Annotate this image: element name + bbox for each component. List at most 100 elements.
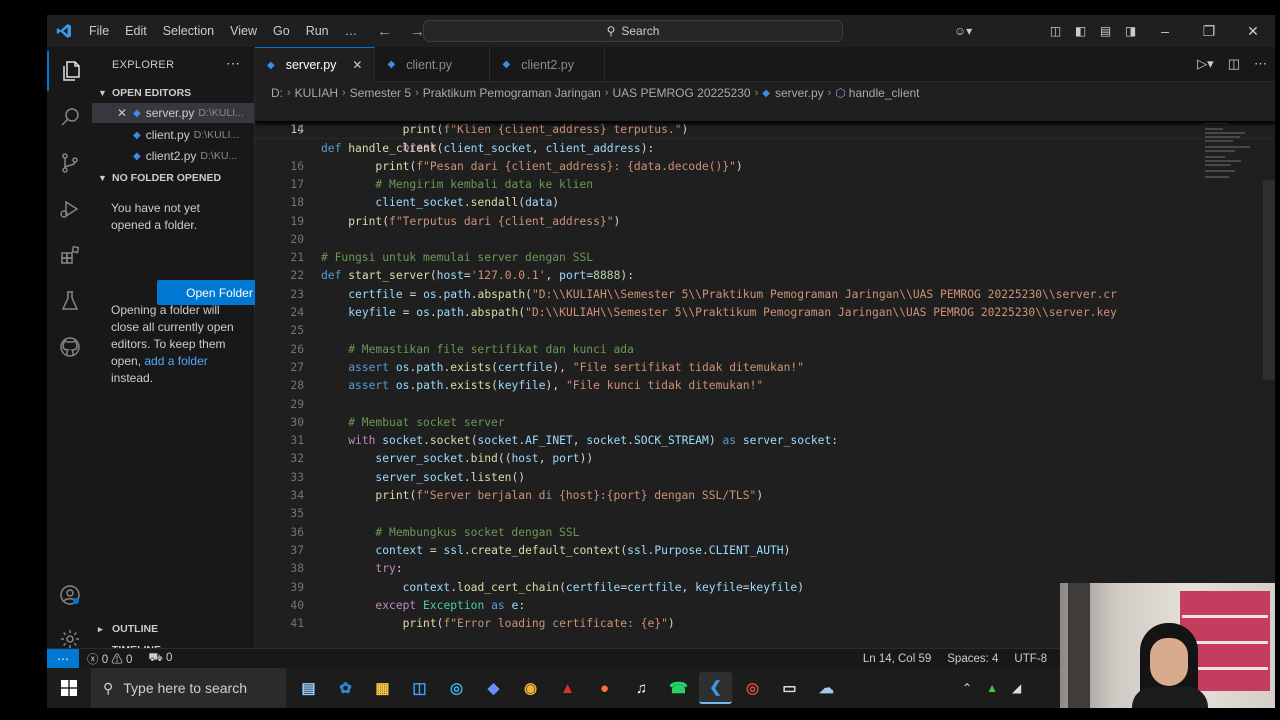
chevron-up-icon[interactable]: ⌃ — [962, 681, 972, 695]
firefox-icon[interactable]: ● — [588, 672, 621, 704]
code-editor[interactable]: 7 def handle_client(client_socket, clien… — [255, 104, 1275, 654]
code-line[interactable]: 18 client_socket.sendall(data) — [255, 194, 1275, 212]
code-line[interactable]: 22 def start_server(host='127.0.0.1', por… — [255, 267, 1275, 285]
vertical-scrollbar[interactable] — [1263, 180, 1275, 380]
testing-flask-icon[interactable] — [47, 281, 92, 321]
code-line[interactable]: 34 print(f"Server berjalan di {host}:{po… — [255, 487, 1275, 505]
code-line[interactable]: 32 server_socket.bind((host, port)) — [255, 450, 1275, 468]
store-icon[interactable]: ◫ — [403, 672, 436, 704]
code-line[interactable]: 37 context = ssl.create_default_context(… — [255, 542, 1275, 560]
code-line[interactable]: 38 try: — [255, 560, 1275, 578]
encoding[interactable]: UTF-8 — [1006, 653, 1055, 665]
code-line[interactable]: 27 assert os.path.exists(certfile), "Fil… — [255, 359, 1275, 377]
ports-indicator[interactable]: ⛟ 0 — [140, 651, 180, 666]
code-line[interactable]: 17 # Mengirim kembali data ke klien — [255, 176, 1275, 194]
breadcrumb-item[interactable]: Semester 5 — [350, 86, 411, 100]
open-editor-item[interactable]: ✕ ◆ server.py D:\KULI... — [92, 103, 254, 123]
source-control-icon[interactable] — [47, 143, 92, 183]
task-view-icon[interactable]: ▤ — [292, 672, 325, 704]
code-line[interactable]: 19 print(f"Terputus dari {client_address… — [255, 213, 1275, 231]
menu-item[interactable]: Go — [265, 15, 298, 47]
drive-icon[interactable]: ▲ — [986, 681, 998, 695]
open-editors-header[interactable]: ▼ OPEN EDITORS — [98, 87, 191, 99]
copilot-icon[interactable]: ☺▾ — [943, 24, 983, 38]
github-icon[interactable] — [47, 327, 92, 367]
code-line[interactable]: 23 certfile = os.path.abspath("D:\\KULIA… — [255, 286, 1275, 304]
close-window-button[interactable]: ✕ — [1231, 15, 1275, 47]
toggle-secondary-sidebar-icon[interactable]: ◨ — [1118, 24, 1143, 38]
close-tab-icon[interactable]: ✕ — [352, 58, 362, 72]
remote-indicator-icon[interactable]: ⋯ — [47, 648, 79, 669]
menu-item[interactable]: Run — [298, 15, 337, 47]
close-editor-icon[interactable]: ✕ — [117, 106, 133, 120]
chrome-icon[interactable]: ◉ — [514, 672, 547, 704]
menu-item[interactable]: Edit — [117, 15, 155, 47]
menu-item[interactable]: View — [222, 15, 265, 47]
back-arrow-icon[interactable]: ← — [377, 23, 392, 40]
more-actions-icon[interactable]: ⋯ — [1254, 56, 1267, 72]
menu-item[interactable]: … — [337, 15, 366, 47]
copilot-app-icon[interactable]: ✿ — [329, 672, 362, 704]
code-line[interactable]: 21 # Fungsi untuk memulai server dengan S… — [255, 249, 1275, 267]
code-line[interactable]: 30 # Membuat socket server — [255, 414, 1275, 432]
toggle-panel-icon[interactable]: ▤ — [1093, 24, 1118, 38]
app-icon[interactable]: ◆ — [477, 672, 510, 704]
code-line[interactable]: 14 print(f"Klien {client_address} terput… — [255, 121, 1275, 139]
accounts-icon[interactable] — [47, 575, 92, 615]
toggle-primary-sidebar-icon[interactable]: ◧ — [1068, 24, 1093, 38]
open-editor-item[interactable]: ◆ client2.py D:\KU... — [92, 146, 254, 166]
menu-item[interactable]: Selection — [155, 15, 222, 47]
code-line[interactable]: 24 keyfile = os.path.abspath("D:\\KULIAH… — [255, 304, 1275, 322]
code-line[interactable]: 33 server_socket.listen() — [255, 469, 1275, 487]
cursor-position[interactable]: Ln 14, Col 59 — [855, 653, 939, 665]
acrobat-icon[interactable]: ▲ — [551, 672, 584, 704]
more-actions-icon[interactable]: ⋯ — [226, 55, 240, 72]
edge-icon[interactable]: ◎ — [440, 672, 473, 704]
file-explorer-icon[interactable]: ▦ — [366, 672, 399, 704]
tab-server-py[interactable]: ◆ server.py ✕ — [255, 47, 376, 82]
tab-client-py[interactable]: ◆ client.py — [375, 47, 491, 82]
code-line[interactable]: 26 # Memastikan file sertifikat dan kunc… — [255, 341, 1275, 359]
vscode-taskbar-icon[interactable]: ❮ — [699, 672, 732, 704]
breadcrumb-item[interactable]: KULIAH — [295, 86, 338, 100]
run-debug-icon[interactable] — [47, 189, 92, 229]
taskbar-search[interactable]: ⚲ Type here to search — [91, 668, 286, 708]
tab-client2-py[interactable]: ◆ client2.py — [490, 47, 606, 82]
minimize-button[interactable]: – — [1143, 15, 1187, 47]
split-editor-icon[interactable]: ◫ — [1228, 56, 1240, 72]
code-line[interactable]: 28 assert os.path.exists(keyfile), "File… — [255, 377, 1275, 395]
tiktok-icon[interactable]: ♫ — [625, 672, 658, 704]
breadcrumb-item[interactable]: Praktikum Pemograman Jaringan — [423, 86, 601, 100]
whatsapp-icon[interactable]: ☎ — [662, 672, 695, 704]
code-line[interactable]: 16 print(f"Pesan dari {client_address}: … — [255, 158, 1275, 176]
problems-indicator[interactable]: ⓧ 0 ⚠ 0 — [79, 651, 140, 667]
app-icon[interactable]: ◎ — [736, 672, 769, 704]
search-view-icon[interactable] — [47, 97, 92, 137]
terminal-icon[interactable]: ▭ — [773, 672, 806, 704]
code-line[interactable]: 29 — [255, 396, 1275, 414]
extensions-icon[interactable] — [47, 235, 92, 275]
code-line[interactable]: 31 with socket.socket(socket.AF_INET, so… — [255, 432, 1275, 450]
run-python-file-icon[interactable]: ▷▾ — [1197, 56, 1214, 72]
breadcrumb-item[interactable]: handle_client — [849, 86, 920, 100]
code-line[interactable]: 36 # Membungkus socket dengan SSL — [255, 524, 1275, 542]
restore-button[interactable]: ❐ — [1187, 15, 1231, 47]
sticky-scroll-header[interactable]: 7 def handle_client(client_socket, clien… — [255, 104, 1275, 155]
outline-header[interactable]: ▸ OUTLINE — [98, 623, 158, 635]
network-icon[interactable]: ◢ — [1012, 681, 1021, 695]
breadcrumb-item[interactable]: D: — [271, 86, 283, 100]
add-folder-link[interactable]: add a folder — [144, 354, 207, 368]
no-folder-header[interactable]: ▼ NO FOLDER OPENED — [98, 172, 221, 184]
code-line[interactable]: 35 — [255, 505, 1275, 523]
breadcrumb-item[interactable]: server.py — [775, 86, 824, 100]
explorer-icon[interactable] — [47, 51, 92, 91]
code-line[interactable]: 25 — [255, 322, 1275, 340]
command-center-search[interactable]: ⚲ Search — [423, 20, 843, 42]
breadcrumb-item[interactable]: UAS PEMROG 20225230 — [612, 86, 750, 100]
customize-layout-icon[interactable]: ◫ — [1043, 24, 1068, 38]
code-line[interactable]: 20 — [255, 231, 1275, 249]
open-editor-item[interactable]: ◆ client.py D:\KULI... — [92, 125, 254, 145]
cloud-icon[interactable]: ☁ — [810, 672, 843, 704]
menu-item[interactable]: File — [81, 15, 117, 47]
windows-start-icon[interactable] — [47, 668, 91, 708]
